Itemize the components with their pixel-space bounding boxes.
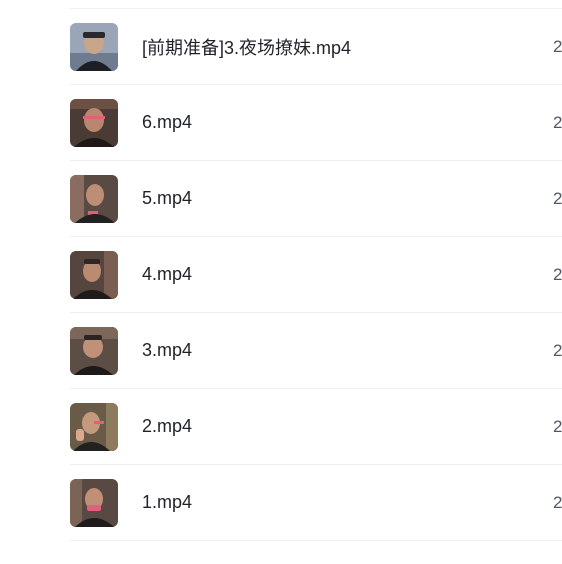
video-thumbnail-icon[interactable] — [70, 478, 118, 527]
file-size: 2 — [553, 416, 562, 436]
file-row[interactable]: [前期准备]3.夜场撩妹.mp4 2 — [70, 9, 562, 85]
file-size: 2 — [553, 340, 562, 360]
video-thumbnail-icon[interactable] — [70, 250, 118, 299]
file-row[interactable]: 6.mp4 2 — [70, 85, 562, 161]
video-thumbnail-icon[interactable] — [70, 98, 118, 147]
file-row[interactable]: 3.mp4 2 — [70, 313, 562, 389]
video-thumbnail-icon[interactable] — [70, 326, 118, 375]
file-size: 2 — [553, 492, 562, 512]
video-thumbnail-icon[interactable] — [70, 22, 118, 71]
file-row[interactable]: 4.mp4 2 — [70, 237, 562, 313]
file-size: 2 — [553, 264, 562, 284]
file-name[interactable]: 2.mp4 — [142, 416, 192, 437]
file-size: 2 — [553, 36, 562, 56]
file-size: 2 — [553, 112, 562, 132]
file-name[interactable]: [前期准备]3.夜场撩妹.mp4 — [142, 34, 351, 60]
file-list: [前期准备]3.夜场撩妹.mp4 2 6.mp4 2 5.mp4 2 4.mp4… — [70, 8, 562, 541]
file-name[interactable]: 3.mp4 — [142, 340, 192, 361]
file-row[interactable]: 5.mp4 2 — [70, 161, 562, 237]
file-size: 2 — [553, 188, 562, 208]
file-name[interactable]: 5.mp4 — [142, 188, 192, 209]
file-name[interactable]: 4.mp4 — [142, 264, 192, 285]
file-name[interactable]: 6.mp4 — [142, 112, 192, 133]
file-row[interactable]: 1.mp4 2 — [70, 465, 562, 541]
video-thumbnail-icon[interactable] — [70, 174, 118, 223]
file-name[interactable]: 1.mp4 — [142, 492, 192, 513]
file-row[interactable]: 2.mp4 2 — [70, 389, 562, 465]
video-thumbnail-icon[interactable] — [70, 402, 118, 451]
